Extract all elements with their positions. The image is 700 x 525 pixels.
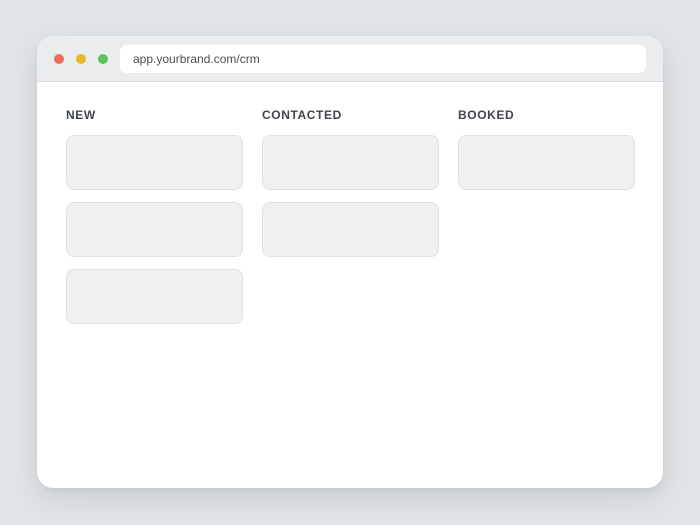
lead-card[interactable] [66,135,243,190]
browser-window: app.yourbrand.com/crm NEW CONTACTED BOOK… [37,36,663,488]
column-title-contacted: CONTACTED [262,108,342,122]
lead-card[interactable] [262,135,439,190]
maximize-window-button[interactable] [98,54,108,64]
column-title-booked: BOOKED [458,108,515,122]
browser-titlebar: app.yourbrand.com/crm [37,36,663,82]
column-title-new: NEW [66,108,96,122]
minimize-window-button[interactable] [76,54,86,64]
address-bar[interactable]: app.yourbrand.com/crm [120,45,646,73]
lead-card[interactable] [66,202,243,257]
lead-card[interactable] [262,202,439,257]
lead-card[interactable] [66,269,243,324]
close-window-button[interactable] [54,54,64,64]
lead-card[interactable] [458,135,635,190]
